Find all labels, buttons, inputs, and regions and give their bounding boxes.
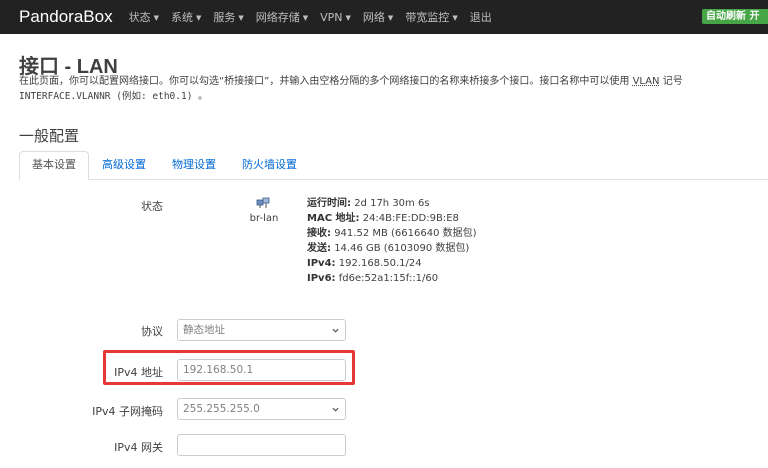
- nav-menu-item[interactable]: 状态 ▼: [129, 9, 159, 25]
- nav-menu-item[interactable]: 退出: [470, 9, 492, 25]
- ipv4-value: 192.168.50.1/24: [338, 258, 422, 269]
- settings-tabs: 基本设置 高级设置 物理设置 防火墙设置: [19, 151, 768, 180]
- ipv4-netmask-label: IPv4 子网掩码: [92, 405, 163, 418]
- section-title: 一般配置: [19, 127, 80, 145]
- caret-down-icon: ▼: [195, 14, 202, 22]
- caret-down-icon: ▼: [345, 13, 351, 22]
- nav-menu-item[interactable]: 网络存储 ▼: [256, 9, 308, 25]
- ipv4-gateway-label: IPv4 网关: [114, 441, 163, 454]
- tx-value: 14.46 GB (6103090 数据包): [334, 243, 470, 254]
- caret-down-icon: ▼: [452, 14, 458, 22]
- caret-down-icon: ▼: [153, 14, 159, 22]
- status-rx: 接收: 941.52 MB (6616640 数据包): [307, 226, 477, 241]
- caret-down-icon: ▼: [238, 14, 244, 22]
- nav-menu-item[interactable]: VPN ▼: [320, 11, 351, 24]
- netmask-selected-value: 255.255.255.0: [183, 403, 260, 415]
- nav-menu-item-label: 状态: [128, 11, 151, 24]
- highlight-annotation-box: [103, 350, 355, 385]
- nav-menu-item-label: 系统: [170, 11, 193, 24]
- nav-menu-item-label: 网络存储: [255, 11, 300, 24]
- nav-menu-item-label: 退出: [469, 11, 492, 24]
- caret-down-icon: ▼: [387, 14, 394, 22]
- description-text-end: 记号: [662, 76, 683, 87]
- nav-menu-item[interactable]: 带宽监控 ▼: [405, 9, 457, 25]
- main-menu: 状态 ▼ 系统 ▼ 服务 ▼ 网络存储 ▼ VPN ▼ 网络 ▼ 带宽监控 ▼ 退出: [129, 9, 504, 25]
- autorefresh-toggle[interactable]: 自动刷新 开: [702, 9, 768, 24]
- uptime-value: 2d 17h 30m 6s: [354, 198, 430, 209]
- protocol-label: 协议: [141, 325, 163, 338]
- status-label: 状态: [141, 200, 163, 213]
- description-text: 在此页面，你可以配置网络接口。你可以勾选“桥接接口”，并输入由空格分隔的多个网络…: [19, 76, 630, 87]
- rx-label: 接收:: [307, 228, 331, 239]
- nav-menu-item-label: 服务: [213, 11, 236, 24]
- mac-value: 24:4B:FE:DD:9B:E8: [362, 213, 459, 224]
- nav-menu-item[interactable]: 服务 ▼: [213, 9, 243, 25]
- page-description: 在此页面，你可以配置网络接口。你可以勾选“桥接接口”，并输入由空格分隔的多个网络…: [19, 74, 759, 104]
- interface-name: br-lan: [249, 213, 279, 224]
- caret-down-icon: ▼: [302, 14, 309, 22]
- ipv6-label: IPv6:: [307, 273, 336, 284]
- tab-basic-settings[interactable]: 基本设置: [19, 151, 89, 180]
- status-mac: MAC 地址: 24:4B:FE:DD:9B:E8: [307, 211, 477, 226]
- mac-label: MAC 地址:: [307, 213, 360, 224]
- tab-advanced-settings[interactable]: 高级设置: [89, 151, 159, 180]
- tab-physical-settings[interactable]: 物理设置: [159, 151, 229, 180]
- status-ipv4: IPv4: 192.168.50.1/24: [307, 256, 477, 271]
- ipv4-gateway-input[interactable]: [177, 434, 346, 456]
- chevron-down-icon: [332, 407, 339, 412]
- nav-menu-item[interactable]: 系统 ▼: [171, 9, 201, 25]
- nav-menu-item-label: 带宽监控: [405, 11, 450, 24]
- interface-status-details: 运行时间: 2d 17h 30m 6s MAC 地址: 24:4B:FE:DD:…: [307, 196, 477, 286]
- brand-logo[interactable]: PandoraBox: [19, 7, 113, 27]
- tx-label: 发送:: [307, 243, 331, 254]
- protocol-selected-value: 静态地址: [183, 324, 225, 336]
- status-uptime: 运行时间: 2d 17h 30m 6s: [307, 196, 477, 211]
- tab-firewall-settings[interactable]: 防火墙设置: [229, 151, 310, 180]
- ipv4-netmask-select[interactable]: 255.255.255.0: [177, 398, 346, 420]
- nav-menu-item-label: VPN: [320, 10, 343, 24]
- status-ipv6: IPv6: fd6e:52a1:15f::1/60: [307, 271, 477, 286]
- description-example: INTERFACE.VLANNR (例如: eth0.1) 。: [19, 91, 208, 102]
- nav-menu-item[interactable]: 网络 ▼: [363, 9, 393, 25]
- nav-menu-item-label: 网络: [362, 11, 385, 24]
- ipv6-value: fd6e:52a1:15f::1/60: [338, 273, 439, 284]
- vlan-abbreviation: VLAN: [632, 76, 660, 87]
- top-navbar: PandoraBox 状态 ▼ 系统 ▼ 服务 ▼ 网络存储 ▼ VPN ▼ 网络 ▼ 带宽监控 ▼ 退出 …: [0, 0, 768, 34]
- protocol-select[interactable]: 静态地址: [177, 319, 346, 341]
- ipv4-label: IPv4:: [307, 258, 336, 269]
- uptime-label: 运行时间:: [307, 198, 351, 209]
- network-interface-icon: [256, 197, 270, 208]
- rx-value: 941.52 MB (6616640 数据包): [334, 228, 477, 239]
- chevron-down-icon: [332, 328, 339, 333]
- status-tx: 发送: 14.46 GB (6103090 数据包): [307, 241, 477, 256]
